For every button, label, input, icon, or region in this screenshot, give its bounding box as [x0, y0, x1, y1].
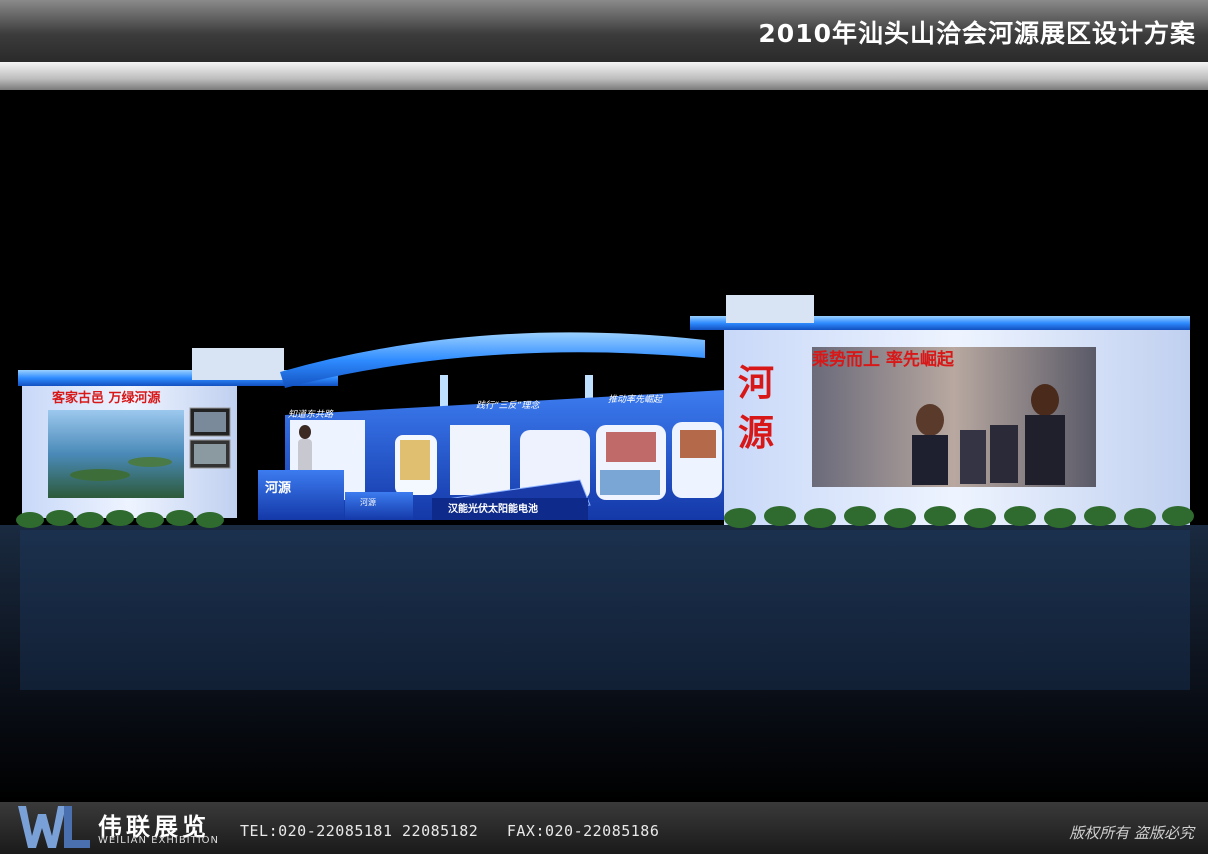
header-strip — [0, 62, 1208, 90]
right-banner-text: 乘势而上 率先崛起 — [811, 349, 955, 370]
weilian-logo-icon — [18, 806, 90, 848]
center-banner-2: 践行“三反”理念 — [476, 400, 540, 411]
counter-text: 河源 — [265, 480, 291, 496]
right-big-char-2: 源 — [738, 412, 774, 454]
small-counter-text: 河源 — [360, 497, 376, 507]
left-banner-text: 客家古邑 万绿河源 — [52, 390, 161, 406]
center-booth-block: 知道东共路 践行“三反”理念 推动率先崛起 汉能光伏太阳能电池 河源 河源 — [258, 332, 725, 520]
contact-info: TEL:020-22085181 22085182 FAX:020-220851… — [240, 822, 660, 840]
center-banner-3: 推动率先崛起 — [608, 394, 663, 405]
center-banner-1: 知道东共路 — [288, 409, 334, 420]
copyright-notice: 版权所有 盗版必究 — [1069, 824, 1194, 842]
footer-bar: 伟联展览 WEILIAN EXHIBITION TEL:020-22085181… — [0, 802, 1208, 854]
booth-rendering: 客家古邑 万绿河源 知道东共路 践行“三反”理念 推动率先崛起 汉能光伏太阳能电… — [0, 295, 1208, 802]
page-title: 2010年汕头山洽会河源展区设计方案 — [758, 19, 1196, 48]
right-booth-block: 乘势而上 率先崛起 河 源 — [690, 295, 1190, 525]
brand-name-en: WEILIAN EXHIBITION — [98, 835, 220, 846]
solar-panel-caption: 汉能光伏太阳能电池 — [448, 502, 538, 515]
right-big-char-1: 河 — [738, 362, 774, 404]
header-bar: 2010年汕头山洽会河源展区设计方案 — [0, 0, 1208, 62]
